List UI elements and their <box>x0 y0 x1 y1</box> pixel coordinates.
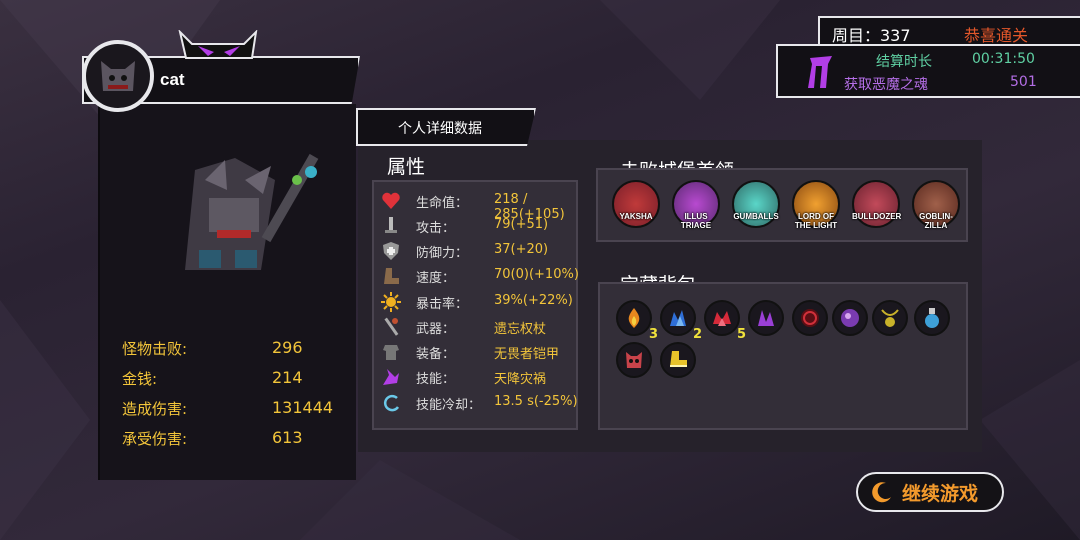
attr-label: 武器： <box>416 322 456 337</box>
demon-soul-icon <box>808 56 832 88</box>
demon-crown-icon <box>178 30 258 59</box>
boot-icon <box>380 265 402 287</box>
continue-game-button[interactable]: 继续游戏 <box>856 472 1004 512</box>
stat-value: 214 <box>272 368 303 387</box>
attr-label: 速度： <box>416 271 456 286</box>
item-mask[interactable] <box>616 342 652 378</box>
tab-personal-details-label: 个人详细数据 <box>398 121 482 137</box>
sunburst-icon <box>380 291 402 313</box>
player-name: cat <box>160 70 185 89</box>
amulet-icon <box>881 309 899 327</box>
attr-label: 攻击： <box>416 221 456 236</box>
continue-game-label: 继续游戏 <box>902 482 979 505</box>
boss-badge-lord-of-the-light[interactable]: LORD OF THE LIGHT <box>792 180 840 230</box>
stat-label: 怪物击败: <box>122 340 188 358</box>
item-count: 3 <box>648 327 658 342</box>
boss-name: LORD OF THE LIGHT <box>794 212 838 230</box>
weapon-icon <box>380 316 402 338</box>
cat-face-icon <box>101 61 135 91</box>
gold-boot-icon <box>670 351 687 367</box>
attr-value: 37(+20) <box>494 242 549 257</box>
attr-value: 13.5 s(-25%) <box>494 394 578 409</box>
stat-label: 造成伤害: <box>122 400 188 418</box>
attr-row-weapon: 武器： 遗忘权杖 <box>380 316 590 338</box>
item-count: 5 <box>736 327 746 342</box>
attr-label: 技能： <box>416 372 456 387</box>
time-value: 00:31:50 <box>972 51 1035 67</box>
attr-row-speed: 速度： 70(0)(+10%) <box>380 265 590 287</box>
boss-name: GOBLIN-ZILLA <box>919 212 953 230</box>
attr-label: 装备： <box>416 347 456 362</box>
stat-label: 金钱: <box>122 370 158 388</box>
attr-value: 无畏者铠甲 <box>494 347 560 362</box>
boss-badge-gumballs[interactable]: GUMBALLS <box>732 180 780 228</box>
attr-value: 39%(+22%) <box>494 293 573 308</box>
fire-gem-icon <box>628 308 640 328</box>
clear-text: 恭喜通关 <box>964 26 1029 45</box>
sword-icon <box>380 215 402 237</box>
attr-value: 天降灾祸 <box>494 372 547 387</box>
boss-badge-bulldozer[interactable]: BULLDOZER <box>852 180 902 228</box>
item-gold-boot[interactable] <box>660 342 696 378</box>
cooldown-icon <box>380 392 402 414</box>
treasure-bag-box <box>598 282 968 430</box>
attr-value: 79(+51) <box>494 217 549 232</box>
item-red-crystal[interactable]: 5 <box>704 300 746 342</box>
attr-label: 防御力： <box>416 246 469 261</box>
boss-badge-2[interactable]: ILLUS TRIAGE <box>672 180 720 230</box>
void-orb-icon <box>841 309 859 327</box>
attr-label: 暴击率： <box>416 297 469 312</box>
item-void-orb[interactable] <box>832 300 868 336</box>
item-ice-gem[interactable]: 2 <box>660 300 702 342</box>
attr-row-defense: 防御力： 37(+20) <box>380 240 590 262</box>
boss-name: YAKSHA <box>619 212 653 221</box>
item-count: 2 <box>692 327 702 342</box>
attr-row-hp: 生命值： 218 / 285(+105) <box>380 190 590 222</box>
souls-label: 获取恶魔之魂 <box>844 77 928 93</box>
armor-icon <box>380 341 402 363</box>
boss-name: ILLUS TRIAGE <box>680 212 712 230</box>
boss-name: BULLDOZER <box>852 212 902 221</box>
attributes-title: 属性 <box>387 156 426 178</box>
stat-value: 131444 <box>272 398 334 417</box>
attr-row-crit: 暴击率： 39%(+22%) <box>380 291 590 313</box>
souls-value: 501 <box>1010 74 1037 90</box>
skill-icon <box>380 366 402 388</box>
potion-icon <box>925 308 939 328</box>
moon-icon <box>872 482 891 503</box>
red-crystal-icon <box>713 311 731 326</box>
dark-orb-icon <box>801 309 819 327</box>
item-potion[interactable] <box>914 300 950 336</box>
boss-badge-yaksha[interactable]: YAKSHA <box>612 180 660 228</box>
mask-icon <box>626 352 642 368</box>
item-fire-gem[interactable]: 3 <box>616 300 658 342</box>
attr-row-cooldown: 技能冷却： 13.5 s(-25%) <box>380 392 590 414</box>
time-label: 结算时长 <box>876 54 932 70</box>
item-dark-orb[interactable] <box>792 300 828 336</box>
item-purple-crystal[interactable] <box>748 300 784 336</box>
attr-row-skill: 技能： 天降灾祸 <box>380 366 590 388</box>
attr-label: 技能冷却： <box>416 398 482 413</box>
ice-gem-icon <box>670 310 686 326</box>
stat-label: 承受伤害: <box>122 430 188 448</box>
attr-row-attack: 攻击： 79(+51) <box>380 215 590 237</box>
item-amulet[interactable] <box>872 300 908 336</box>
stat-value: 613 <box>272 428 303 447</box>
boss-badge-goblin-zilla[interactable]: GOBLIN-ZILLA <box>912 180 960 230</box>
attr-value: 70(0)(+10%) <box>494 267 579 282</box>
attr-label: 生命值： <box>416 196 469 211</box>
round-label: 周目：337 <box>832 26 911 45</box>
shield-icon <box>380 240 402 262</box>
boss-name: GUMBALLS <box>733 212 779 221</box>
hero-character-icon <box>185 153 319 270</box>
player-avatar[interactable] <box>82 40 154 112</box>
heart-icon <box>380 190 402 212</box>
attr-row-armor: 装备： 无畏者铠甲 <box>380 341 590 363</box>
stat-value: 296 <box>272 338 303 357</box>
attr-value: 遗忘权杖 <box>494 322 547 337</box>
purple-crystal-icon <box>758 310 774 326</box>
